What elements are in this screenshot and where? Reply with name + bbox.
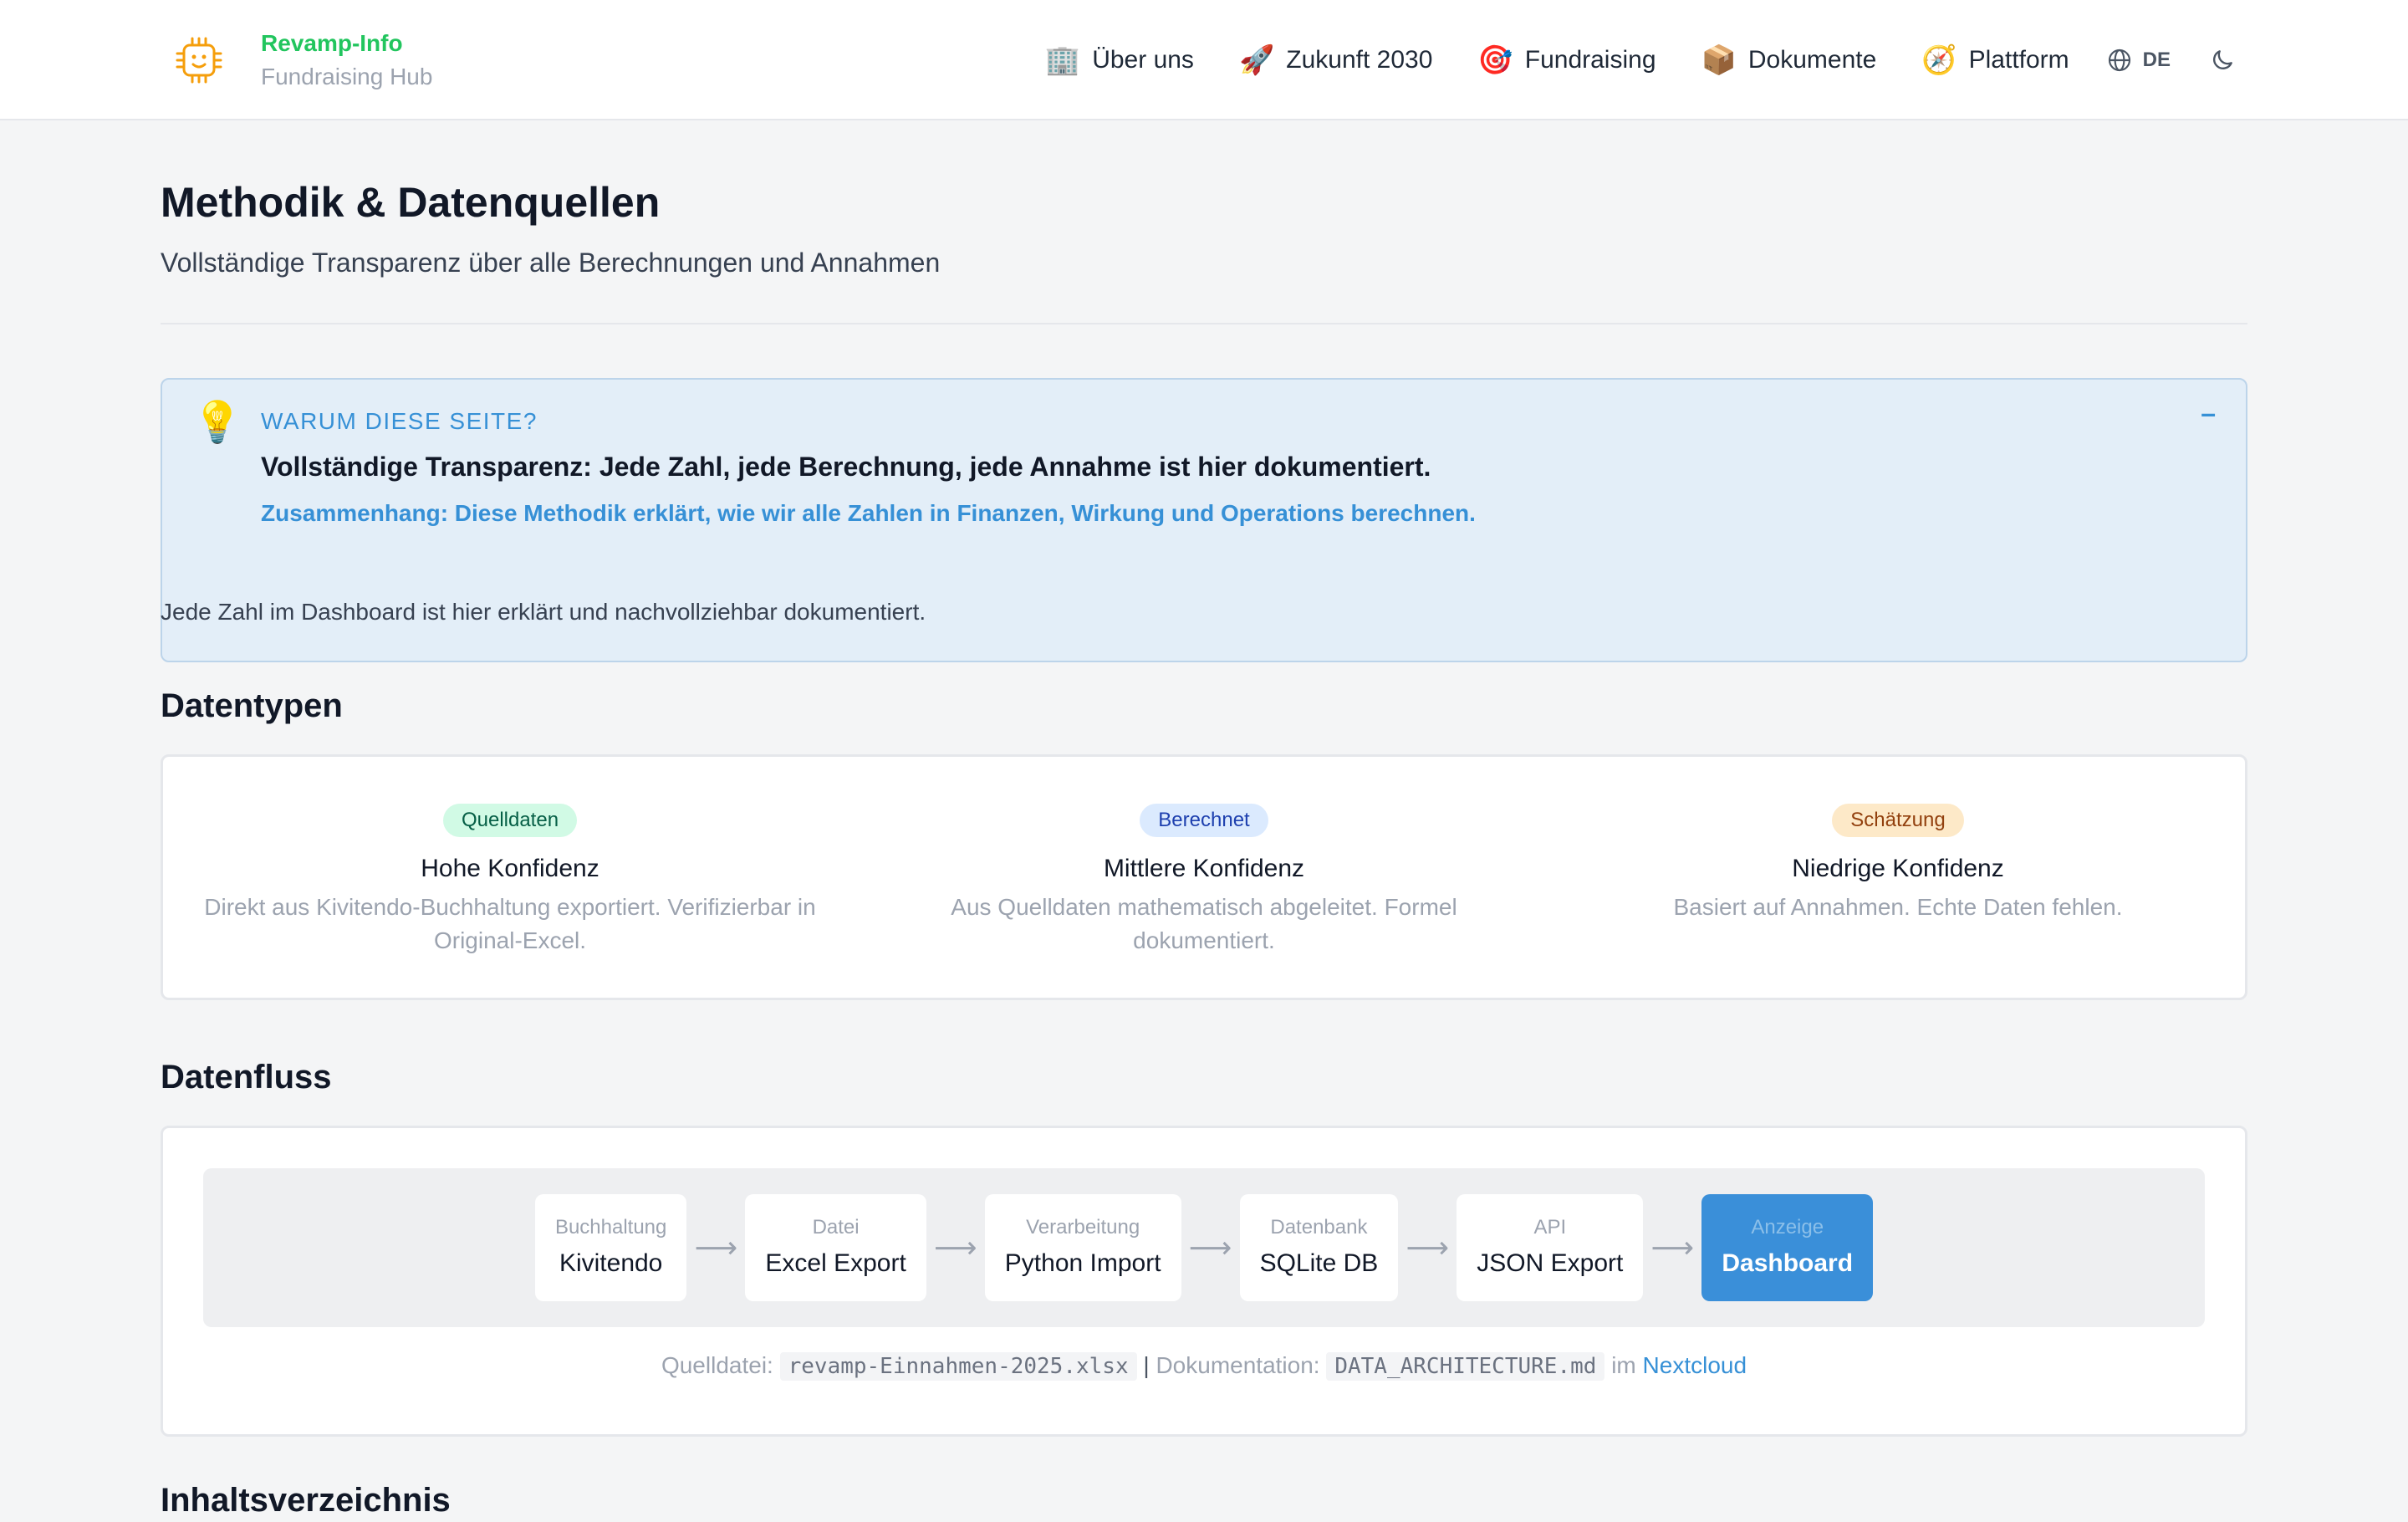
- step-value: Kivitendo: [559, 1249, 663, 1277]
- moon-icon: [2213, 50, 2232, 69]
- info-kicker: WARUM DIESE SEITE?: [261, 408, 538, 434]
- dataflow-card: Buchhaltung Kivitendo ⟶ Datei Excel Expo…: [161, 1126, 2247, 1437]
- lightbulb-icon: 💡: [192, 401, 242, 445]
- office-building-icon: 🏢: [1044, 44, 1081, 76]
- badge-quelldaten: Quelldaten: [442, 804, 578, 837]
- collapse-button[interactable]: –: [2201, 398, 2216, 429]
- dataflow-pipeline: Buchhaltung Kivitendo ⟶ Datei Excel Expo…: [203, 1168, 2205, 1327]
- datatype-description: Basiert auf Annahmen. Echte Daten fehlen…: [1673, 894, 2123, 920]
- separator: |: [1143, 1352, 1150, 1378]
- badge-berechnet: Berechnet: [1140, 804, 1268, 837]
- step-label: Anzeige: [1751, 1216, 1824, 1239]
- flow-step-sqlite-db[interactable]: Datenbank SQLite DB: [1239, 1194, 1399, 1301]
- compass-icon: 🧭: [1921, 44, 1957, 76]
- step-label: Datei: [812, 1216, 860, 1239]
- robot-chip-icon: [176, 37, 222, 84]
- step-value: Dashboard: [1722, 1249, 1854, 1277]
- step-value: SQLite DB: [1259, 1249, 1379, 1277]
- brand-title: Revamp-Info: [261, 30, 403, 56]
- dataflow-footer: Quelldatei: revamp-Einnahmen-2025.xlsx |…: [163, 1349, 2245, 1383]
- step-label: API: [1533, 1216, 1567, 1239]
- datatypes-card: Quelldaten Hohe Konfidenz Direkt aus Kiv…: [161, 754, 2247, 1000]
- step-label: Datenbank: [1270, 1216, 1368, 1239]
- nav-item-dokumente[interactable]: 📦 Dokumente: [1701, 46, 1877, 74]
- datatype-quelldaten: Quelldaten Hohe Konfidenz Direkt aus Kiv…: [163, 757, 857, 998]
- brand-subtitle: Fundraising Hub: [261, 64, 433, 89]
- brand[interactable]: Revamp-Info Fundraising Hub: [172, 25, 432, 95]
- globe-icon: [2108, 49, 2130, 72]
- in-label: im: [1611, 1352, 1636, 1378]
- divider: [161, 323, 2247, 324]
- flow-step-dashboard[interactable]: Anzeige Dashboard: [1701, 1194, 1874, 1301]
- step-value: Excel Export: [765, 1249, 906, 1277]
- datatype-title: Niedrige Konfidenz: [1792, 855, 2004, 882]
- lead-text: Jede Zahl im Dashboard ist hier erklärt …: [161, 599, 926, 625]
- source-label: Quelldatei:: [661, 1352, 773, 1378]
- arrow-right-icon: ⟶: [1188, 1230, 1232, 1264]
- nav-item-label: Zukunft 2030: [1286, 46, 1433, 74]
- nav-item-label: Über uns: [1092, 46, 1194, 74]
- datatype-schaetzung: Schätzung Niedrige Konfidenz Basiert auf…: [1551, 757, 2245, 998]
- package-icon: 📦: [1701, 44, 1737, 76]
- top-navigation-bar: Revamp-Info Fundraising Hub 🏢 Über uns 🚀…: [0, 0, 2408, 120]
- main-nav: 🏢 Über uns 🚀 Zukunft 2030 🎯 Fundraising …: [1045, 37, 2236, 84]
- section-heading-inhaltsverzeichnis: Inhaltsverzeichnis: [161, 1482, 451, 1519]
- page-title: Methodik & Datenquellen: [161, 179, 661, 226]
- datatype-title: Mittlere Konfidenz: [1103, 855, 1305, 882]
- target-icon: 🎯: [1477, 44, 1513, 76]
- step-label: Buchhaltung: [554, 1216, 667, 1239]
- nav-item-zukunft-2030[interactable]: 🚀 Zukunft 2030: [1239, 46, 1432, 74]
- arrow-right-icon: ⟶: [1406, 1230, 1450, 1264]
- nav-item-label: Plattform: [1968, 46, 2069, 74]
- nav-item-ueber-uns[interactable]: 🏢 Über uns: [1045, 46, 1194, 74]
- info-context: Zusammenhang: Diese Methodik erklärt, wi…: [261, 500, 1476, 526]
- nextcloud-link[interactable]: Nextcloud: [1643, 1352, 1747, 1378]
- doc-label: Dokumentation:: [1156, 1352, 1320, 1378]
- arrow-right-icon: ⟶: [933, 1230, 977, 1264]
- step-value: Python Import: [1004, 1249, 1161, 1277]
- flow-step-python-import[interactable]: Verarbeitung Python Import: [984, 1194, 1181, 1301]
- arrow-right-icon: ⟶: [1650, 1230, 1695, 1264]
- flow-step-kivitendo[interactable]: Buchhaltung Kivitendo: [534, 1194, 687, 1301]
- datatype-description: Aus Quelldaten mathematisch abgeleitet. …: [951, 894, 1457, 953]
- nav-item-plattform[interactable]: 🧭 Plattform: [1921, 46, 2069, 74]
- source-file-code: revamp-Einnahmen-2025.xlsx: [779, 1352, 1137, 1381]
- datatype-berechnet: Berechnet Mittlere Konfidenz Aus Quellda…: [857, 757, 1551, 998]
- badge-schaetzung: Schätzung: [1832, 804, 1964, 837]
- language-label: DE: [2142, 49, 2171, 71]
- section-heading-datenfluss: Datenfluss: [161, 1059, 332, 1096]
- nav-item-fundraising[interactable]: 🎯 Fundraising: [1477, 46, 1656, 74]
- datatype-description: Direkt aus Kivitendo-Buchhaltung exporti…: [204, 894, 816, 953]
- language-switcher[interactable]: DE: [2106, 47, 2171, 74]
- datatype-title: Hohe Konfidenz: [421, 855, 599, 882]
- flow-step-json-export[interactable]: API JSON Export: [1457, 1194, 1644, 1301]
- section-heading-datentypen: Datentypen: [161, 687, 343, 724]
- nav-item-label: Fundraising: [1524, 46, 1656, 74]
- step-label: Verarbeitung: [1026, 1216, 1140, 1239]
- rocket-icon: 🚀: [1238, 44, 1275, 76]
- info-headline: Vollständige Transparenz: Jede Zahl, jed…: [261, 452, 1431, 482]
- flow-step-excel-export[interactable]: Datei Excel Export: [745, 1194, 926, 1301]
- nav-item-label: Dokumente: [1747, 46, 1877, 74]
- arrow-right-icon: ⟶: [694, 1230, 738, 1264]
- theme-toggle-button[interactable]: [2209, 47, 2236, 74]
- doc-file-code: DATA_ARCHITECTURE.md: [1326, 1352, 1605, 1381]
- step-value: JSON Export: [1477, 1249, 1624, 1277]
- page-subtitle: Vollständige Transparenz über alle Berec…: [161, 248, 941, 278]
